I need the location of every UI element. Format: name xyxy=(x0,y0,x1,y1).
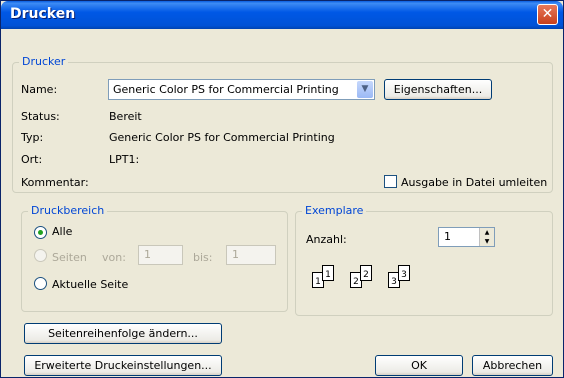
properties-button[interactable]: Eigenschaften... xyxy=(384,79,492,100)
copies-count-input[interactable]: 1 ▲ ▼ xyxy=(438,227,495,247)
copies-count-label: Anzahl: xyxy=(306,233,347,246)
copies-spinner[interactable]: ▲ ▼ xyxy=(479,228,494,246)
page-order-button[interactable]: Seitenreihenfolge ändern... xyxy=(24,323,222,344)
copies-group-label: Exemplare xyxy=(302,204,367,217)
close-button[interactable]: ✕ xyxy=(537,4,558,25)
collate-pages-icon: 1 1 2 2 3 3 xyxy=(312,262,432,292)
advanced-settings-button[interactable]: Erweiterte Druckeinstellungen... xyxy=(24,355,222,376)
chevron-down-icon[interactable]: ▼ xyxy=(357,81,373,98)
status-value: Bereit xyxy=(109,110,142,123)
print-range-group-label: Druckbereich xyxy=(28,204,108,217)
properties-button-label: Eigenschaften... xyxy=(393,83,483,96)
close-icon: ✕ xyxy=(541,6,554,22)
cancel-button[interactable]: Abbrechen xyxy=(472,355,553,376)
ok-button-label: OK xyxy=(411,359,427,372)
location-value: LPT1: xyxy=(109,153,140,166)
range-pages-label: Seiten xyxy=(52,251,87,264)
print-to-file-checkbox[interactable] xyxy=(384,175,397,188)
status-label: Status: xyxy=(21,110,60,123)
dialog-title: Drucken xyxy=(10,6,76,22)
type-label: Typ: xyxy=(21,131,44,144)
radio-selected-dot xyxy=(38,230,43,235)
range-from-label: von: xyxy=(102,251,126,264)
print-dialog: Drucken ✕ Drucker Name: Generic Color PS… xyxy=(0,0,564,378)
range-to-input[interactable]: 1 xyxy=(226,245,276,265)
range-pages-radio[interactable] xyxy=(34,249,47,262)
advanced-settings-button-label: Erweiterte Druckeinstellungen... xyxy=(34,359,212,372)
type-value: Generic Color PS for Commercial Printing xyxy=(109,131,335,144)
printer-group-label: Drucker xyxy=(19,55,69,68)
collate-page: 1 xyxy=(322,265,334,281)
page-order-button-label: Seitenreihenfolge ändern... xyxy=(48,327,198,340)
printer-name-label: Name: xyxy=(21,83,58,96)
arrow-down-icon[interactable]: ▼ xyxy=(480,237,494,246)
title-bar[interactable]: Drucken ✕ xyxy=(1,1,563,29)
range-from-value: 1 xyxy=(144,248,151,261)
cancel-button-label: Abbrechen xyxy=(482,359,543,372)
range-all-label[interactable]: Alle xyxy=(52,225,72,238)
printer-name-select[interactable]: Generic Color PS for Commercial Printing… xyxy=(108,79,375,100)
print-to-file-label[interactable]: Ausgabe in Datei umleiten xyxy=(401,176,547,189)
collate-page: 2 xyxy=(360,265,372,281)
range-to-value: 1 xyxy=(232,248,239,261)
ok-button[interactable]: OK xyxy=(375,355,463,376)
copies-count-value: 1 xyxy=(444,230,451,243)
collate-page: 3 xyxy=(398,265,410,281)
range-current-page-label[interactable]: Aktuelle Seite xyxy=(52,278,128,291)
range-to-label: bis: xyxy=(193,251,213,264)
comment-label: Kommentar: xyxy=(21,176,89,189)
arrow-up-icon[interactable]: ▲ xyxy=(480,228,494,237)
printer-name-value: Generic Color PS for Commercial Printing xyxy=(113,83,339,96)
range-current-page-radio[interactable] xyxy=(34,277,47,290)
range-from-input[interactable]: 1 xyxy=(138,245,183,265)
location-label: Ort: xyxy=(21,153,43,166)
range-all-radio[interactable] xyxy=(34,226,47,239)
